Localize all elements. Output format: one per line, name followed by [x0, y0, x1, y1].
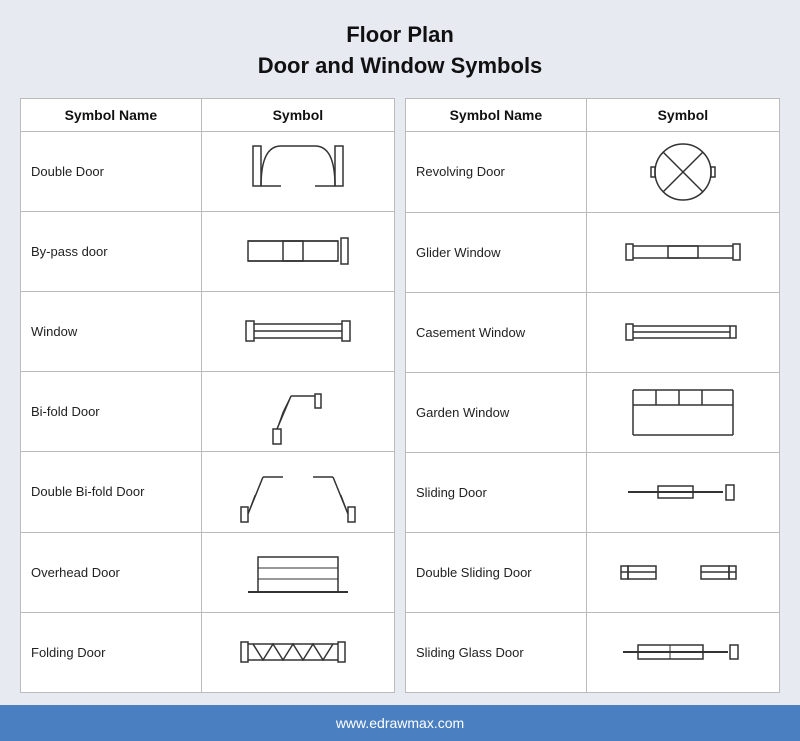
table-row: Double Bi-fold Door [21, 451, 395, 532]
title-block: Floor Plan Door and Window Symbols [258, 20, 543, 82]
sliding-glass-door-symbol [586, 612, 779, 692]
row-name: Bi-fold Door [21, 371, 202, 451]
table-row: Garden Window [406, 372, 780, 452]
row-name: Folding Door [21, 612, 202, 692]
table-row: Folding Door [21, 612, 395, 692]
table-row: Casement Window [406, 292, 780, 372]
folding-door-symbol [201, 612, 394, 692]
tables-wrapper: Symbol Name Symbol Double Door [20, 98, 780, 693]
row-name: Overhead Door [21, 532, 202, 612]
left-header-symbol: Symbol [201, 98, 394, 131]
table-row: Glider Window [406, 212, 780, 292]
row-name: Garden Window [406, 372, 587, 452]
table-row: Bi-fold Door [21, 371, 395, 451]
garden-window-symbol [586, 372, 779, 452]
row-name: Sliding Glass Door [406, 612, 587, 692]
left-header-name: Symbol Name [21, 98, 202, 131]
row-name: Double Sliding Door [406, 532, 587, 612]
table-row: Window [21, 291, 395, 371]
double-bifold-door-symbol [201, 451, 394, 532]
double-sliding-door-symbol [586, 532, 779, 612]
revolving-door-symbol [586, 131, 779, 212]
row-name: Glider Window [406, 212, 587, 292]
row-name: Double Door [21, 131, 202, 211]
row-name: By-pass door [21, 211, 202, 291]
row-name: Sliding Door [406, 452, 587, 532]
footer-bar: www.edrawmax.com [0, 705, 800, 741]
window-symbol [201, 291, 394, 371]
overhead-door-symbol [201, 532, 394, 612]
row-name: Casement Window [406, 292, 587, 372]
sliding-door-symbol [586, 452, 779, 532]
table-row: Overhead Door [21, 532, 395, 612]
table-row: Sliding Door [406, 452, 780, 532]
table-row: Sliding Glass Door [406, 612, 780, 692]
double-door-symbol [201, 131, 394, 211]
row-name: Double Bi-fold Door [21, 451, 202, 532]
left-symbol-table: Symbol Name Symbol Double Door [20, 98, 395, 693]
glider-window-symbol [586, 212, 779, 292]
table-row: Double Sliding Door [406, 532, 780, 612]
casement-window-symbol [586, 292, 779, 372]
row-name: Revolving Door [406, 131, 587, 212]
table-row: Revolving Door [406, 131, 780, 212]
main-title: Floor Plan Door and Window Symbols [258, 20, 543, 82]
right-header-name: Symbol Name [406, 98, 587, 131]
row-name: Window [21, 291, 202, 371]
right-header-symbol: Symbol [586, 98, 779, 131]
bypass-door-symbol [201, 211, 394, 291]
right-symbol-table: Symbol Name Symbol Revolving Door [405, 98, 780, 693]
bifold-door-symbol [201, 371, 394, 451]
footer-text: www.edrawmax.com [336, 715, 464, 731]
table-row: Double Door [21, 131, 395, 211]
table-row: By-pass door [21, 211, 395, 291]
